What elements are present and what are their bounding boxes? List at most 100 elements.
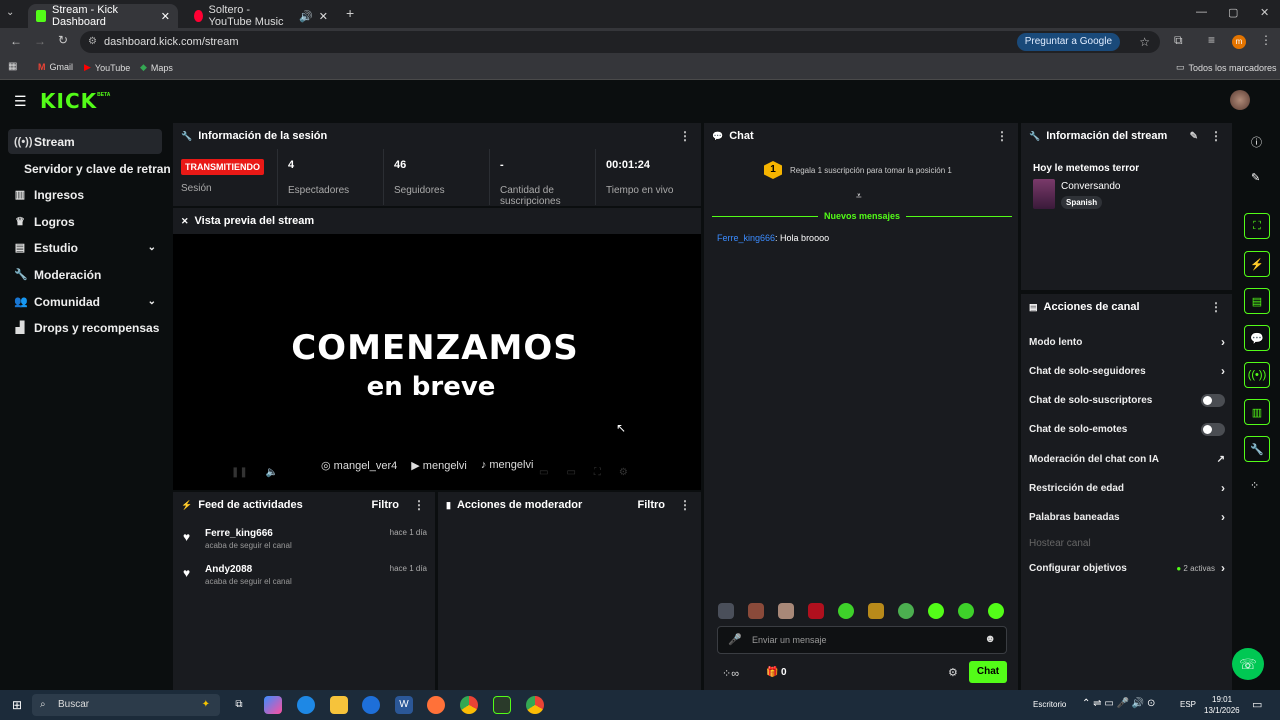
ask-google-button[interactable]: Preguntar a Google [1016, 33, 1120, 51]
filter-button[interactable]: Filtro [638, 499, 666, 511]
kick-app-icon[interactable] [493, 696, 511, 714]
url-field[interactable]: ⚙ dashboard.kick.com/stream Preguntar a … [80, 31, 1160, 53]
pause-icon[interactable]: ❚❚ [231, 467, 248, 478]
more-options-icon[interactable]: ⋮ [1210, 300, 1222, 314]
new-tab-icon[interactable]: + [346, 5, 354, 21]
chat-settings-icon[interactable]: ⚙ [948, 666, 958, 679]
support-button[interactable]: ☏ [1232, 648, 1264, 680]
settings-icon[interactable]: ⚙ [619, 467, 628, 478]
emotes-only-toggle[interactable] [1201, 422, 1225, 436]
file-explorer-icon[interactable] [330, 696, 348, 714]
more-options-icon[interactable]: ⋮ [679, 129, 691, 143]
word-icon[interactable]: W [395, 696, 413, 714]
app-icon[interactable] [362, 696, 380, 714]
menu-icon[interactable]: ⋮ [1260, 33, 1272, 47]
sidebar-item-drops[interactable]: ▟ Drops y recompensas [8, 315, 162, 340]
pip-icon[interactable]: ▭ [539, 467, 548, 478]
rail-broadcast-button[interactable]: ((•)) [1244, 362, 1270, 388]
action-age-restriction[interactable]: Restricción de edad › [1029, 478, 1225, 498]
sidebar-item-server-key[interactable]: Servidor y clave de retransmisión [18, 156, 170, 181]
action-followers-only[interactable]: Chat de solo-seguidores › [1029, 361, 1225, 381]
notifications-icon[interactable]: ▭ [1252, 698, 1262, 711]
chrome-active-icon[interactable] [526, 696, 544, 714]
sidebar-item-stream[interactable]: ((•)) Stream [8, 129, 162, 154]
restore-icon[interactable]: ▢ [1228, 6, 1238, 19]
add-widget-icon[interactable]: ⁘ [1250, 479, 1259, 492]
rail-layout-button[interactable]: ▥ [1244, 399, 1270, 425]
copilot-icon[interactable] [264, 696, 282, 714]
scroll-down-icon[interactable]: ⩡ [856, 191, 862, 202]
edge-icon[interactable] [297, 696, 315, 714]
volume-icon[interactable]: 🔈 [266, 467, 278, 478]
emote-6[interactable] [868, 603, 884, 619]
kick-logo[interactable]: KICK BETA [40, 89, 110, 113]
tab-search-icon[interactable]: ⌄ [6, 7, 14, 18]
back-icon[interactable]: ← [10, 34, 22, 48]
close-icon[interactable]: ✕ [319, 10, 328, 23]
clock-time[interactable]: 19:01 [1212, 695, 1232, 704]
action-configure-goals[interactable]: Configurar objetivos ● 2 activas › [1029, 558, 1225, 578]
emote-5[interactable] [838, 603, 854, 619]
tray-icons[interactable]: ⌃ ⇌ ▭ 🎤 🔊 ⊙ [1082, 698, 1155, 709]
send-chat-button[interactable]: Chat [969, 661, 1007, 683]
rail-screenshot-button[interactable]: ⛶ [1244, 213, 1270, 239]
speaker-icon[interactable]: 🔊 [299, 10, 313, 23]
media-icon[interactable]: ≡ [1208, 33, 1215, 47]
tab-youtube-music[interactable]: Soltero - YouTube Music 🔊 ✕ [186, 4, 336, 28]
rail-chat-button[interactable]: 💬 [1244, 325, 1270, 351]
star-icon[interactable]: ☆ [1139, 31, 1150, 53]
bookmark-youtube[interactable]: ▶ YouTube [84, 62, 130, 73]
chrome-icon[interactable] [460, 696, 478, 714]
extensions-icon[interactable]: ⧉ [1174, 33, 1183, 48]
profile-icon[interactable]: m [1232, 35, 1246, 49]
avatar[interactable] [1230, 90, 1250, 110]
more-options-icon[interactable]: ⋮ [1210, 129, 1222, 143]
category-name[interactable]: Conversando [1061, 181, 1120, 192]
action-banned-words[interactable]: Palabras baneadas › [1029, 507, 1225, 527]
gift-leaderboard[interactable]: 1 Regala 1 suscripción para tomar la pos… [764, 161, 952, 179]
chat-input[interactable]: 🎤 Enviar un mensaje ☻ [717, 626, 1007, 654]
apps-grid-icon[interactable]: ▦ [8, 61, 17, 72]
emote-3[interactable] [778, 603, 794, 619]
minimize-icon[interactable]: — [1196, 6, 1207, 18]
task-view-icon[interactable]: ⧉ [230, 696, 248, 714]
sidebar-item-moderacion[interactable]: 🔧 Moderación [8, 262, 162, 287]
all-bookmarks[interactable]: ▭ Todos los marcadores [1176, 62, 1277, 73]
sidebar-item-estudio[interactable]: ▤ Estudio ⌄ [8, 235, 162, 260]
emote-7[interactable] [898, 603, 914, 619]
emote-9[interactable] [958, 603, 974, 619]
info-icon[interactable]: ⓘ [1251, 134, 1262, 150]
rail-notes-button[interactable]: ▤ [1244, 288, 1270, 314]
pencil-icon[interactable]: ✎ [1251, 171, 1260, 184]
more-options-icon[interactable]: ⋮ [413, 498, 425, 512]
bookmark-maps[interactable]: ◆ Maps [140, 62, 173, 73]
tab-kick-dashboard[interactable]: Stream - Kick Dashboard ✕ [28, 4, 178, 28]
sidebar-item-logros[interactable]: ♛ Logros [8, 209, 162, 234]
emote-1[interactable] [718, 603, 734, 619]
emote-10[interactable] [988, 603, 1004, 619]
clock-date[interactable]: 13/1/2026 [1204, 706, 1240, 715]
emote-4[interactable] [808, 603, 824, 619]
rail-bolt-button[interactable]: ⚡ [1244, 251, 1270, 277]
rail-wrench-button[interactable]: 🔧 [1244, 436, 1270, 462]
emote-2[interactable] [748, 603, 764, 619]
fullscreen-icon[interactable]: ⛶ [594, 467, 601, 478]
emote-8[interactable] [928, 603, 944, 619]
forward-icon[interactable]: → [34, 34, 46, 48]
more-options-icon[interactable]: ⋮ [996, 129, 1008, 143]
windows-start-icon[interactable]: ⊞ [8, 696, 26, 714]
subscribers-only-toggle[interactable] [1201, 393, 1225, 407]
theater-icon[interactable]: ▭ [566, 467, 575, 478]
close-icon[interactable]: ✕ [161, 10, 170, 23]
firefox-icon[interactable] [427, 696, 445, 714]
hamburger-menu-icon[interactable]: ☰ [14, 93, 27, 110]
reload-icon[interactable]: ↻ [58, 33, 68, 47]
filter-button[interactable]: Filtro [372, 499, 400, 511]
sidebar-item-ingresos[interactable]: ▥ Ingresos [8, 182, 162, 207]
taskbar-search[interactable]: ⌕ Buscar ✦ [32, 694, 220, 716]
window-close-icon[interactable]: ✕ [1260, 6, 1269, 19]
chat-username[interactable]: Ferre_king666 [717, 233, 775, 243]
microphone-icon[interactable]: 🎤 [728, 633, 742, 646]
language-indicator[interactable]: ESP [1180, 700, 1196, 709]
sidebar-item-comunidad[interactable]: 👥 Comunidad ⌄ [8, 289, 162, 314]
